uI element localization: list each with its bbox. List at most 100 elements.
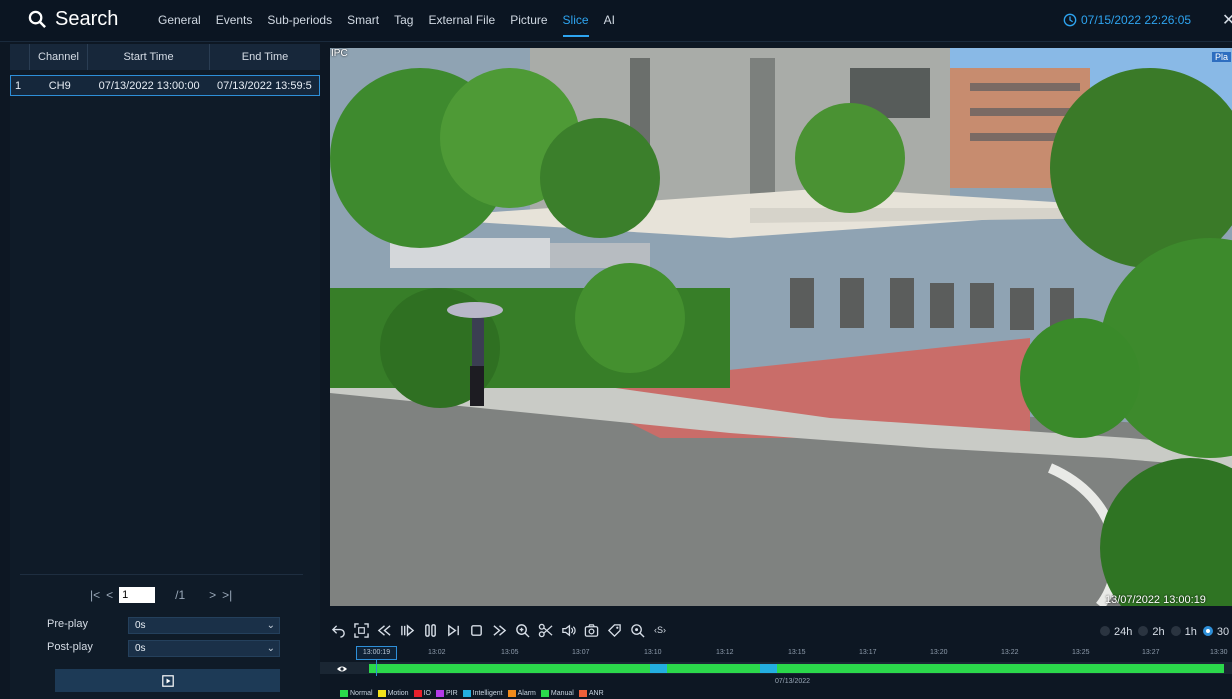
timeline-zoom-selector: 24h 2h 1h 30 [1100, 626, 1229, 638]
legend-swatch [413, 690, 422, 697]
close-icon[interactable]: ✕ [1222, 10, 1232, 30]
page-title-text: Search [55, 8, 119, 30]
intelligent-segment [650, 664, 667, 673]
play-icon [161, 674, 174, 687]
smart-search-icon[interactable] [629, 622, 645, 638]
legend-item: PIR [435, 690, 458, 697]
legend-swatch [340, 690, 348, 697]
preplay-value: 0s [135, 620, 146, 631]
page-input[interactable]: 1 [119, 587, 156, 603]
preplay-label: Pre-play [47, 618, 88, 630]
slice-list-panel: Channel Start Time End Time 1 CH9 07/13/… [10, 44, 320, 699]
video-playback-view[interactable] [330, 48, 1232, 606]
tab-external-file[interactable]: External File [428, 13, 495, 27]
col-index [10, 44, 30, 70]
clock-datetime: 07/15/2022 22:26:05 [1081, 13, 1192, 27]
col-start-time: Start Time [88, 44, 210, 70]
speed-icon[interactable]: ‹ S › [652, 622, 668, 638]
stop-icon[interactable] [468, 622, 484, 638]
zoom-option-2h[interactable]: 2h [1138, 626, 1165, 638]
tick-label: 13:15 [788, 649, 806, 656]
tab-slice[interactable]: Slice [562, 13, 589, 37]
osd-timestamp: 13/07/2022 13:00:19 [1105, 594, 1206, 606]
tab-general[interactable]: General [158, 13, 201, 27]
prev-page-button[interactable]: < [106, 588, 113, 602]
tab-tag[interactable]: Tag [394, 13, 413, 27]
system-clock: 07/15/2022 22:26:05 [1063, 13, 1191, 27]
timeline-cursor[interactable] [376, 660, 377, 676]
chevron-down-icon: ⌄ [266, 643, 275, 654]
timeline-cursor-time: 13:00:19 [356, 646, 397, 660]
col-end-time: End Time [241, 51, 289, 63]
legend-item: ANR [578, 690, 604, 697]
eye-icon[interactable] [336, 662, 348, 674]
tick-label: 13:27 [1142, 649, 1160, 656]
row-end-time: 07/13/2022 13:59:5 [216, 79, 312, 92]
recording-timeline[interactable] [369, 664, 1224, 673]
top-bar: Search General Events Sub-periods Smart … [0, 0, 1232, 42]
fast-forward-icon[interactable] [491, 622, 507, 638]
tick-label: 13:25 [1072, 649, 1090, 656]
divider [20, 574, 303, 575]
chevron-down-icon: ⌄ [266, 620, 275, 631]
tab-sub-periods[interactable]: Sub-periods [267, 13, 332, 27]
tick-label: 13:22 [1001, 649, 1019, 656]
last-page-button[interactable]: >| [222, 588, 232, 602]
radio-selected-icon [1202, 626, 1213, 636]
legend-swatch [578, 690, 587, 697]
tick-label: 13:05 [501, 649, 519, 656]
tab-events[interactable]: Events [216, 13, 253, 27]
tick-label: 13:02 [428, 649, 446, 656]
fullscreen-icon[interactable] [353, 622, 369, 638]
osd-status: Pla [1212, 52, 1232, 62]
legend-swatch [377, 690, 386, 697]
tag-icon[interactable] [606, 622, 622, 638]
zoom-option-1h[interactable]: 1h [1170, 626, 1197, 638]
row-index: 1 [15, 79, 22, 92]
intelligent-segment [760, 664, 777, 673]
legend-item: Intelligent [462, 690, 503, 697]
pause-icon[interactable] [422, 622, 438, 638]
tab-picture[interactable]: Picture [510, 13, 547, 27]
zoom-option-30m[interactable]: 30 [1202, 626, 1229, 638]
preplay-select[interactable]: 0s ⌄ [128, 617, 280, 634]
zoom-option-24h[interactable]: 24h [1100, 626, 1132, 638]
legend-swatch [540, 690, 549, 697]
control-toolbar: ‹ S › [330, 622, 668, 638]
tab-smart[interactable]: Smart [347, 13, 379, 27]
osd-camera-name: IPC [331, 48, 348, 59]
table-row[interactable]: 1 CH9 07/13/2022 13:00:00 07/13/2022 13:… [10, 75, 320, 96]
legend-item: Motion [377, 690, 409, 697]
snapshot-icon[interactable] [583, 622, 599, 638]
slow-play-icon[interactable] [399, 622, 415, 638]
pagination: |< < 1 /1 > >| [90, 587, 232, 603]
clip-icon[interactable] [537, 622, 553, 638]
audio-icon[interactable] [560, 622, 576, 638]
first-page-button[interactable]: |< [90, 588, 100, 602]
tick-label: 13:30 [1210, 649, 1228, 656]
legend-item: IO [413, 690, 431, 697]
col-channel: Channel [30, 44, 88, 70]
legend-item: Alarm [507, 690, 536, 697]
legend: Normal Motion IO PIR Intelligent Alarm M… [340, 690, 604, 697]
row-start-time: 07/13/2022 13:00:00 [98, 79, 200, 92]
back-icon[interactable] [330, 622, 346, 638]
tab-ai[interactable]: AI [604, 13, 615, 27]
camera-frame-image [330, 48, 1232, 606]
tick-label: 13:20 [930, 649, 948, 656]
postplay-value: 0s [135, 643, 146, 654]
play-slice-button[interactable] [55, 669, 280, 692]
clock-icon [1063, 13, 1077, 27]
search-icon [28, 10, 46, 28]
zoom-icon[interactable] [514, 622, 530, 638]
legend-item: Manual [540, 690, 574, 697]
tick-label: 13:10 [644, 649, 662, 656]
rewind-icon[interactable] [376, 622, 392, 638]
postplay-select[interactable]: 0s ⌄ [128, 640, 280, 657]
row-channel: CH9 [48, 79, 71, 92]
radio-icon [1170, 626, 1181, 636]
step-icon[interactable] [445, 622, 461, 638]
playback-controls: ‹ S › 24h 2h 1h 30 13:02 13:05 13:07 13:10… [320, 606, 1232, 699]
search-window: Search General Events Sub-periods Smart … [0, 0, 1232, 699]
next-page-button[interactable]: > [209, 588, 216, 602]
